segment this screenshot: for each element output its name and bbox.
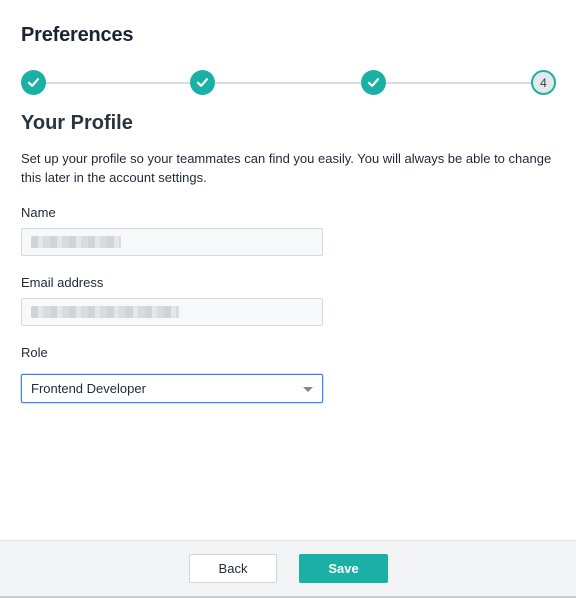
redacted-email (31, 306, 179, 318)
check-icon (27, 78, 40, 87)
step-3-complete[interactable] (361, 70, 386, 95)
step-2-complete[interactable] (190, 70, 215, 95)
redacted-name (31, 236, 121, 248)
email-label: Email address (21, 275, 104, 290)
save-button[interactable]: Save (299, 554, 388, 583)
section-description: Set up your profile so your teammates ca… (21, 151, 552, 185)
back-button[interactable]: Back (189, 554, 277, 583)
check-icon (367, 78, 380, 87)
role-label: Role (21, 345, 48, 360)
check-icon (196, 78, 209, 87)
footer-bar: Back Save (0, 540, 576, 598)
step-4-current[interactable]: 4 (531, 70, 556, 95)
page-title: Preferences (21, 24, 134, 46)
role-selected-value: Frontend Developer (31, 381, 146, 396)
chevron-down-icon (303, 387, 313, 392)
role-select[interactable]: Frontend Developer (21, 374, 323, 403)
step-4-number: 4 (540, 75, 547, 90)
section-title: Your Profile (21, 112, 133, 134)
name-label: Name (21, 205, 56, 220)
progress-stepper: 4 (21, 70, 556, 96)
step-1-complete[interactable] (21, 70, 46, 95)
stepper-track (33, 82, 544, 84)
